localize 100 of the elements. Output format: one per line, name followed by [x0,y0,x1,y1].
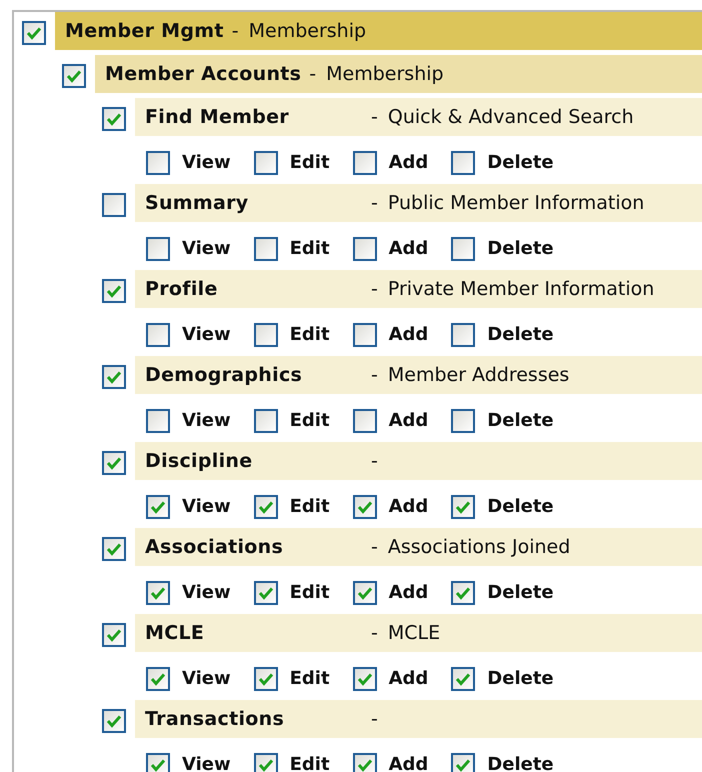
checkbox[interactable] [451,494,476,518]
checkbox[interactable] [146,150,170,174]
item-title: Discipline [145,448,254,474]
item-title: Summary [145,190,250,216]
checkbox[interactable] [254,322,278,346]
item-title: MCLE [145,620,206,646]
separator: - [371,362,378,388]
checkbox[interactable] [451,408,476,432]
permission-label: View [182,237,231,261]
permission-label: Add [388,237,428,261]
permission-label: Delete [487,323,554,347]
checkbox[interactable] [102,279,126,303]
item-title: Transactions [145,706,286,732]
permission-label: Add [388,409,428,433]
checkbox[interactable] [352,150,377,174]
checkbox[interactable] [254,752,278,772]
permission-label: Edit [290,151,330,175]
item-description: Associations Joined [388,534,570,560]
checkbox[interactable] [352,752,377,772]
permission-label: Edit [290,667,330,691]
permission-label: View [182,667,231,691]
checkbox[interactable] [146,494,170,518]
checkbox[interactable] [352,494,377,518]
checkbox[interactable] [146,752,170,772]
checkbox[interactable] [451,322,476,346]
checkbox[interactable] [254,580,278,604]
permission-label: View [182,581,231,605]
permission-label: Delete [487,237,554,261]
separator: - [371,620,378,646]
checkbox[interactable] [102,623,126,647]
permission-label: Add [388,581,428,605]
checkbox[interactable] [352,236,377,260]
checkbox[interactable] [102,451,126,475]
checkbox[interactable] [102,365,126,389]
item-title: Demographics [145,362,304,388]
separator: - [371,534,378,560]
item-title: Associations [145,534,284,560]
separator: - [232,18,239,44]
checkbox[interactable] [254,494,278,518]
separator: - [309,62,316,87]
checkbox[interactable] [254,150,278,174]
permission-label: Delete [487,667,554,691]
separator: - [371,104,378,130]
checkbox[interactable] [146,580,170,604]
permission-label: Add [388,151,428,175]
permission-label: Add [388,667,428,691]
permission-label: Edit [290,409,330,433]
permission-label: View [182,409,231,433]
separator: - [371,276,378,302]
checkbox[interactable] [254,666,278,690]
item-description: MCLE [388,620,440,646]
permission-label: Edit [290,495,330,519]
checkbox[interactable] [62,64,86,88]
item-title: Member Accounts [105,62,302,87]
item-description: Quick & Advanced Search [388,104,634,130]
permission-label: Delete [487,581,554,605]
permission-label: Delete [487,753,554,772]
separator: - [371,448,378,474]
separator: - [371,706,378,732]
checkbox[interactable] [254,408,278,432]
checkbox[interactable] [102,537,126,561]
checkbox[interactable] [146,322,170,346]
item-title: Profile [145,276,219,302]
checkbox[interactable] [352,322,377,346]
permission-label: Edit [290,323,330,347]
item-description: Private Member Information [388,276,654,302]
permission-label: View [182,151,231,175]
permission-label: Add [388,753,428,772]
checkbox[interactable] [451,236,476,260]
checkbox[interactable] [352,408,377,432]
checkbox[interactable] [451,150,476,174]
checkbox[interactable] [146,236,170,260]
checkbox[interactable] [254,236,278,260]
permission-label: Delete [487,151,554,175]
checkbox[interactable] [146,408,170,432]
checkbox[interactable] [451,752,476,772]
permission-label: Edit [290,753,330,772]
permission-label: Add [388,323,428,347]
permission-label: Edit [290,581,330,605]
separator: - [371,190,378,216]
checkbox[interactable] [352,666,377,690]
checkbox[interactable] [102,193,126,217]
checkbox[interactable] [451,666,476,690]
checkbox[interactable] [146,666,170,690]
checkbox[interactable] [102,107,126,131]
permission-label: Delete [487,409,554,433]
item-title: Find Member [145,104,290,130]
item-title: Member Mgmt [65,18,224,44]
checkbox[interactable] [22,21,46,45]
permission-label: Edit [290,237,330,261]
checkbox[interactable] [451,580,476,604]
checkbox[interactable] [352,580,377,604]
permission-label: View [182,495,231,519]
item-description: Member Addresses [388,362,570,388]
checkbox[interactable] [102,709,126,733]
item-description: Public Member Information [388,190,644,216]
permission-label: View [182,753,231,772]
item-description: Membership [248,18,366,44]
permission-label: Delete [487,495,554,519]
item-description: Membership [326,62,444,87]
